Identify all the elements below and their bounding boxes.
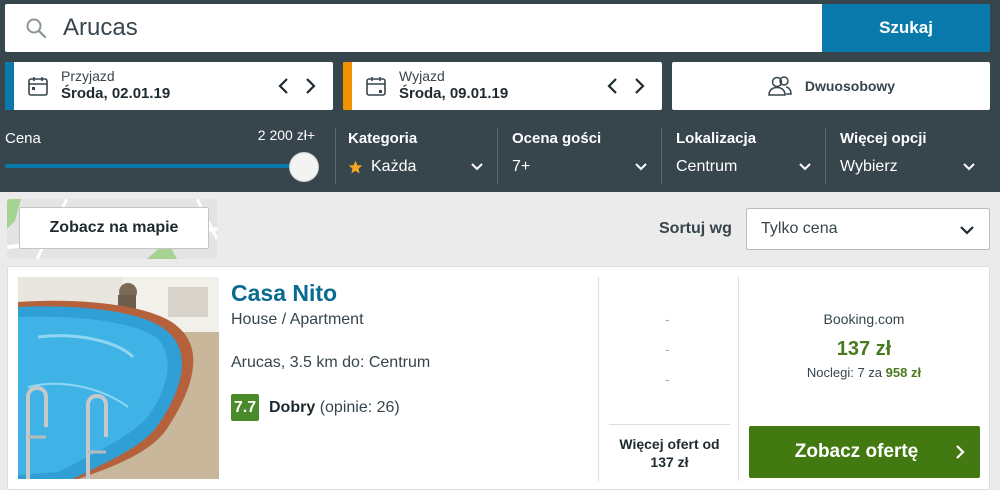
filter-divider (497, 128, 498, 184)
search-button[interactable]: Szukaj (822, 4, 990, 52)
chevron-down-icon (799, 163, 811, 171)
location-label: Lokalizacja (676, 130, 757, 147)
category-label: Kategoria (348, 130, 418, 147)
chevron-right-icon (956, 445, 965, 459)
offer-price: 137 zł (836, 338, 892, 360)
pool-photo-image (18, 277, 219, 479)
search-bar: Arucas Szukaj (5, 4, 990, 52)
rating-value: 7+ (512, 158, 531, 175)
price-slider-track[interactable] (5, 164, 305, 168)
category-filter[interactable]: Kategoria Każda (348, 120, 484, 190)
checkin-value: Środa, 02.01.19 (61, 85, 171, 102)
nights-summary: Noclegi: 7 za 958 zł (748, 365, 980, 380)
hotel-result-card: Casa Nito House / Apartment Arucas, 3.5 … (7, 266, 990, 490)
view-offer-button[interactable]: Zobacz ofertę (749, 426, 980, 478)
offer-provider: Booking.com (823, 311, 905, 327)
chevron-down-icon (635, 163, 647, 171)
calendar-icon (28, 77, 48, 96)
sort-label: Sortuj wg (659, 220, 732, 237)
empty-offer-dash: - (665, 341, 670, 357)
chevron-left-icon[interactable] (606, 77, 620, 95)
checkout-field[interactable]: Wyjazd Środa, 09.01.19 (343, 62, 662, 110)
column-divider (598, 277, 599, 481)
more-options-value: Wybierz (840, 158, 898, 175)
rating-label: Ocena gości (512, 130, 602, 147)
star-icon (348, 160, 363, 173)
sort-select[interactable]: Tylko cena (746, 208, 990, 250)
chevron-right-icon[interactable] (303, 77, 317, 95)
price-filter: Cena 2 200 zł+ (5, 120, 320, 190)
hotel-photo[interactable] (18, 277, 219, 479)
rating-word: Dobry (269, 398, 316, 416)
nights-total: 958 zł (885, 365, 922, 380)
checkout-label: Wyjazd (399, 68, 445, 84)
rating-count: (opinie: 26) (319, 398, 400, 416)
chevron-down-icon (960, 226, 974, 235)
checkin-field[interactable]: Przyjazd Środa, 02.01.19 (5, 62, 333, 110)
price-slider-handle[interactable] (289, 152, 319, 182)
empty-offer-dash: - (665, 371, 670, 387)
more-options-label: Więcej opcji (840, 130, 927, 147)
empty-offer-dash: - (665, 311, 670, 327)
hotel-type: House / Apartment (231, 311, 364, 328)
chevron-down-icon (471, 163, 483, 171)
chevron-right-icon[interactable] (632, 77, 646, 95)
room-selector[interactable]: Dwuosobowy (672, 62, 990, 110)
view-offer-label: Zobacz ofertę (794, 441, 919, 462)
more-offers-link[interactable]: Więcej ofert od 137 zł (609, 435, 730, 471)
chevron-down-icon (963, 163, 975, 171)
rating-filter[interactable]: Ocena gości 7+ (512, 120, 648, 190)
hotel-rating: 7.7 Dobry (opinie: 26) (231, 394, 400, 421)
checkout-value: Środa, 09.01.19 (399, 85, 509, 102)
category-value: Każda (371, 158, 417, 175)
filter-divider (825, 128, 826, 184)
hotel-name[interactable]: Casa Nito (231, 280, 337, 307)
search-query: Arucas (63, 14, 138, 41)
guests-icon (768, 76, 792, 96)
price-label: Cena (5, 130, 41, 147)
more-offers-text: Więcej ofert od (619, 436, 720, 452)
sort-value: Tylko cena (761, 220, 838, 237)
room-label: Dwuosobowy (804, 78, 896, 94)
search-input[interactable]: Arucas (5, 4, 822, 52)
checkout-stripe (343, 62, 352, 110)
show-map-button[interactable]: Zobacz na mapie (19, 207, 209, 249)
more-offers-price: 137 zł (650, 454, 689, 470)
offers-divider (609, 424, 730, 425)
filter-divider (335, 128, 336, 184)
filter-divider (661, 128, 662, 184)
checkin-label: Przyjazd (61, 68, 115, 84)
checkin-stripe (5, 62, 14, 110)
nights-text: Noclegi: 7 za (806, 365, 883, 380)
location-value: Centrum (676, 158, 738, 175)
column-divider (738, 277, 739, 481)
map-preview[interactable]: Zobacz na mapie (7, 199, 217, 259)
search-icon (26, 18, 47, 39)
hotel-location: Arucas, 3.5 km do: Centrum (231, 354, 431, 371)
calendar-icon (366, 77, 386, 96)
price-value: 2 200 zł+ (257, 127, 315, 143)
chevron-left-icon[interactable] (277, 77, 291, 95)
location-filter[interactable]: Lokalizacja Centrum (676, 120, 812, 190)
more-options-filter[interactable]: Więcej opcji Wybierz (840, 120, 976, 190)
rating-score-badge: 7.7 (231, 394, 259, 421)
